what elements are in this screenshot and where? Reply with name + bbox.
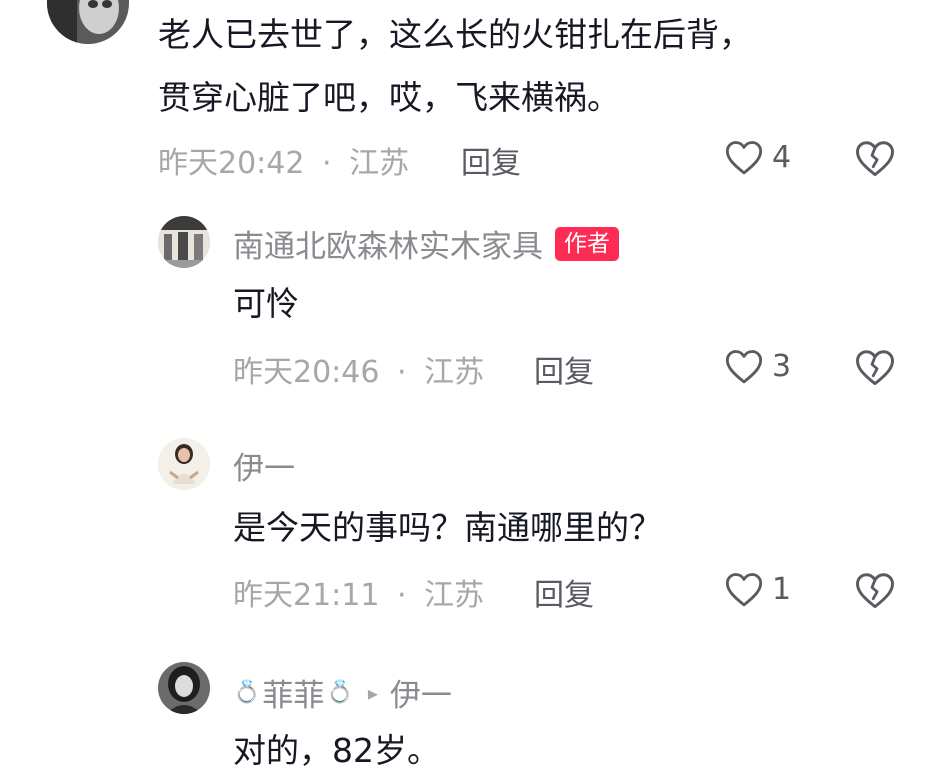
reply-button[interactable]: 回复 [534,347,594,391]
reply-location: 江苏 [424,578,485,613]
broken-heart-icon [856,573,894,609]
like-count: 4 [772,139,792,175]
reply-meta: 昨天20:46 · 江苏 [233,347,484,391]
avatar-image [158,662,210,714]
meta-separator: · [397,578,407,613]
reply-location: 江苏 [424,355,485,390]
reply-button[interactable]: 回复 [534,570,594,614]
author-name[interactable]: 南通北欧森林实木家具 [233,221,543,266]
ring-icon: 💍 [326,680,354,705]
reply-to-name[interactable]: 伊一 [390,670,452,715]
heart-outline-icon [725,141,763,175]
avatar-image [158,438,210,490]
ring-icon: 💍 [233,680,261,705]
play-arrow-icon: ▸ [367,680,378,705]
author-row: 💍 菲菲 💍 ▸ 伊一 [233,670,452,715]
broken-heart-icon [856,141,894,177]
meta-separator: · [397,355,407,390]
comment-location: 江苏 [349,146,410,181]
reply-time: 昨天20:46 [233,355,380,390]
avatar[interactable] [158,662,210,714]
like-button[interactable]: 4 [724,138,791,176]
comment-meta: 昨天20:42 · 江苏 [158,138,409,182]
author-name[interactable]: 菲菲 [262,670,324,715]
reply-text: 可怜 [233,284,299,323]
reply-time: 昨天21:11 [233,578,380,613]
reply-meta: 昨天21:11 · 江苏 [233,570,484,614]
comment-text-line-1: 老人已去世了，这么长的火钳扎在后背， [158,15,752,54]
avatar[interactable] [47,0,129,44]
like-count: 1 [772,571,792,607]
heart-outline-icon [725,573,763,607]
comment-text-line-2: 贯穿心脏了吧，哎，飞来横祸。 [158,78,620,117]
author-row: 南通北欧森林实木家具 作者 [233,221,619,266]
like-button[interactable]: 3 [724,347,791,385]
meta-separator: · [322,146,332,181]
author-name[interactable]: 伊一 [233,443,295,488]
author-row: 伊一 [233,443,295,488]
dislike-button[interactable] [854,138,896,178]
like-count: 3 [772,348,792,384]
like-button[interactable]: 1 [724,570,791,608]
avatar-image [47,0,129,44]
reply-text: 对的，82岁。 [233,731,440,770]
reply-text: 是今天的事吗？南通哪里的？ [233,508,662,547]
dislike-button[interactable] [854,570,896,610]
broken-heart-icon [856,350,894,386]
reply-button[interactable]: 回复 [461,138,521,182]
avatar-image [158,216,210,268]
author-badge: 作者 [555,226,619,261]
comment-time: 昨天20:42 [158,146,305,181]
avatar[interactable] [158,438,210,490]
heart-outline-icon [725,350,763,384]
avatar[interactable] [158,216,210,268]
dislike-button[interactable] [854,347,896,387]
